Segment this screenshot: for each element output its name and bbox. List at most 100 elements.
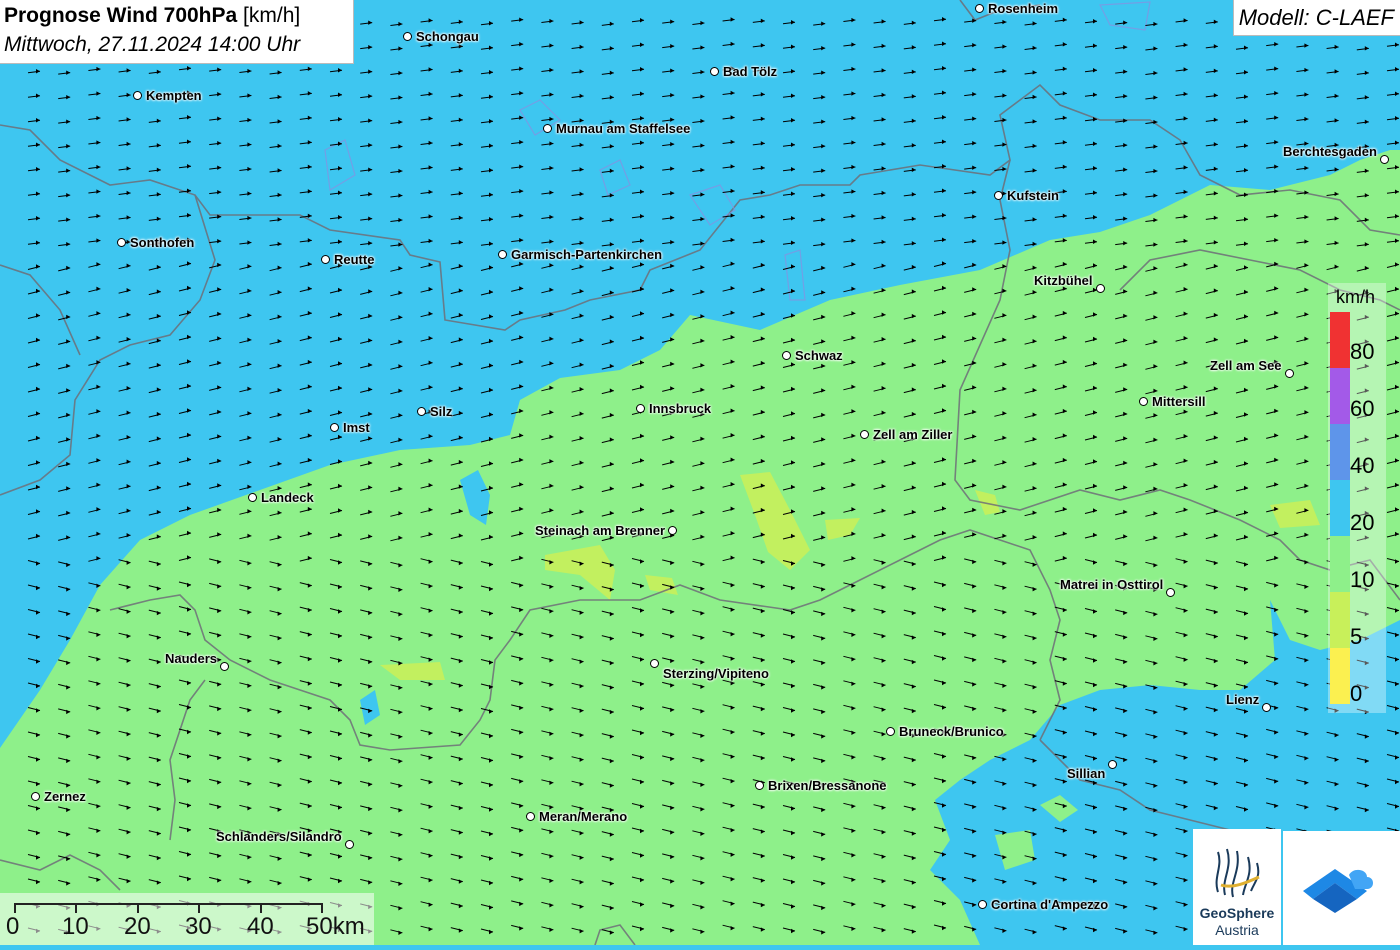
place-marker-silz[interactable] [417, 407, 426, 416]
place-label-sonthofen: Sonthofen [130, 235, 195, 250]
place-marker-matrei[interactable] [1166, 588, 1175, 597]
place-marker-nauders[interactable] [220, 662, 229, 671]
place-marker-kitzbuehel[interactable] [1096, 284, 1105, 293]
place-label-matrei: Matrei in Osttirol [1060, 577, 1164, 592]
place-marker-meran[interactable] [526, 812, 535, 821]
legend-unit: km/h [1336, 287, 1376, 307]
place-marker-mittersill[interactable] [1139, 397, 1148, 406]
legend-color-3 [1330, 480, 1350, 536]
place-label-brixen: Brixen/Bressanone [768, 778, 887, 793]
place-label-imst: Imst [343, 420, 370, 435]
scale-bar-label: 40 [247, 913, 274, 940]
legend-label: 10 [1350, 567, 1375, 592]
legend-color-5 [1330, 592, 1350, 648]
place-marker-rosenheim[interactable] [975, 4, 984, 13]
legend-color-0 [1330, 312, 1350, 368]
place-label-schwaz: Schwaz [795, 348, 843, 363]
scale-bar-line [14, 903, 323, 905]
place-marker-schwaz[interactable] [782, 351, 791, 360]
scale-bar-tick [198, 903, 200, 913]
place-label-kempten: Kempten [146, 88, 202, 103]
scale-bar-tick [137, 903, 139, 913]
cloud-logo [1283, 831, 1400, 945]
place-marker-schlanders[interactable] [345, 840, 354, 849]
forecast-datetime: Mittwoch, 27.11.2024 14:00 Uhr [4, 33, 301, 56]
geosphere-swirl-icon [1215, 848, 1260, 898]
legend-color-6 [1330, 648, 1350, 704]
place-label-landeck: Landeck [261, 490, 314, 505]
place-marker-garmisch[interactable] [498, 250, 507, 259]
title-main: Prognose Wind 700hPa [4, 4, 238, 27]
title-box: Prognose Wind 700hPa [km/h] Mittwoch, 27… [0, 0, 354, 64]
legend-color-bar [1330, 312, 1350, 708]
place-label-berchtesgaden: Berchtesgaden [1283, 144, 1377, 159]
place-label-silz: Silz [430, 404, 453, 419]
scale-bar-tick [260, 903, 262, 913]
place-marker-sterzing[interactable] [650, 659, 659, 668]
place-label-garmisch: Garmisch-Partenkirchen [511, 247, 663, 262]
place-marker-landeck[interactable] [248, 493, 257, 502]
model-box: Modell: C-LAEF [1232, 0, 1400, 36]
place-marker-sillian[interactable] [1108, 760, 1117, 769]
scale-bar-tick [14, 903, 16, 913]
place-marker-bruneck[interactable] [886, 727, 895, 736]
legend-label: 40 [1350, 453, 1375, 478]
geosphere-name: GeoSphere [1199, 905, 1275, 921]
legend-label: 80 [1350, 339, 1375, 364]
wind-map[interactable] [0, 0, 1400, 945]
legend-label: 5 [1350, 624, 1363, 649]
place-label-sterzing: Sterzing/Vipiteno [663, 666, 769, 681]
place-marker-imst[interactable] [330, 423, 339, 432]
place-marker-murnau[interactable] [543, 124, 552, 133]
place-marker-zell-am-see[interactable] [1285, 369, 1294, 378]
scale-bar: 0 10 20 30 40 50km [0, 893, 374, 945]
place-marker-kempten[interactable] [133, 91, 142, 100]
place-label-mittersill: Mittersill [1152, 394, 1206, 409]
place-label-innsbruck: Innsbruck [649, 401, 712, 416]
legend-label: 20 [1350, 510, 1375, 535]
geosphere-country: Austria [1215, 922, 1259, 938]
place-marker-brixen[interactable] [755, 781, 764, 790]
place-label-bruneck: Bruneck/Brunico [899, 724, 1004, 739]
place-marker-innsbruck[interactable] [636, 404, 645, 413]
place-label-kitzbuehel: Kitzbühel [1034, 273, 1093, 288]
place-label-zell-am-see: Zell am See [1210, 358, 1282, 373]
legend-color-1 [1330, 368, 1350, 424]
place-marker-reutte[interactable] [321, 255, 330, 264]
place-label-schlanders: Schlanders/Silandro [216, 829, 342, 844]
place-marker-kufstein[interactable] [994, 191, 1003, 200]
color-legend: km/h 80 60 40 20 10 5 0 [1328, 283, 1386, 713]
title-unit: [km/h] [243, 4, 301, 27]
place-marker-cortina[interactable] [978, 900, 987, 909]
place-label-zernez: Zernez [44, 789, 86, 804]
legend-color-4 [1330, 536, 1350, 592]
place-marker-lienz[interactable] [1262, 703, 1271, 712]
place-marker-berchtesgaden[interactable] [1380, 155, 1389, 164]
place-label-cortina: Cortina d'Ampezzo [991, 897, 1109, 912]
scale-bar-label: 50km [306, 913, 365, 940]
place-marker-sonthofen[interactable] [117, 238, 126, 247]
legend-label: 0 [1350, 681, 1363, 706]
place-marker-schongau[interactable] [403, 32, 412, 41]
scale-bar-tick [321, 903, 323, 913]
place-marker-zernez[interactable] [31, 792, 40, 801]
place-marker-steinach[interactable] [668, 526, 677, 535]
scale-bar-label: 30 [185, 913, 212, 940]
place-marker-bad-toelz[interactable] [710, 67, 719, 76]
place-label-sillian: Sillian [1067, 766, 1106, 781]
place-label-steinach: Steinach am Brenner [535, 523, 666, 538]
place-label-kufstein: Kufstein [1007, 188, 1059, 203]
scale-bar-tick [75, 903, 77, 913]
legend-color-2 [1330, 424, 1350, 480]
cloud-arrow-icon [1303, 869, 1373, 913]
scale-bar-label: 20 [124, 913, 151, 940]
legend-label: 60 [1350, 396, 1375, 421]
place-marker-zell-am-ziller[interactable] [860, 430, 869, 439]
place-label-reutte: Reutte [334, 252, 375, 267]
place-label-bad-toelz: Bad Tölz [723, 64, 778, 79]
place-label-schongau: Schongau [416, 29, 479, 44]
place-label-rosenheim: Rosenheim [988, 1, 1059, 16]
place-label-zell-am-ziller: Zell am Ziller [873, 427, 953, 442]
page-title: Prognose Wind 700hPa [km/h] [4, 4, 300, 28]
place-label-nauders: Nauders [165, 651, 218, 666]
